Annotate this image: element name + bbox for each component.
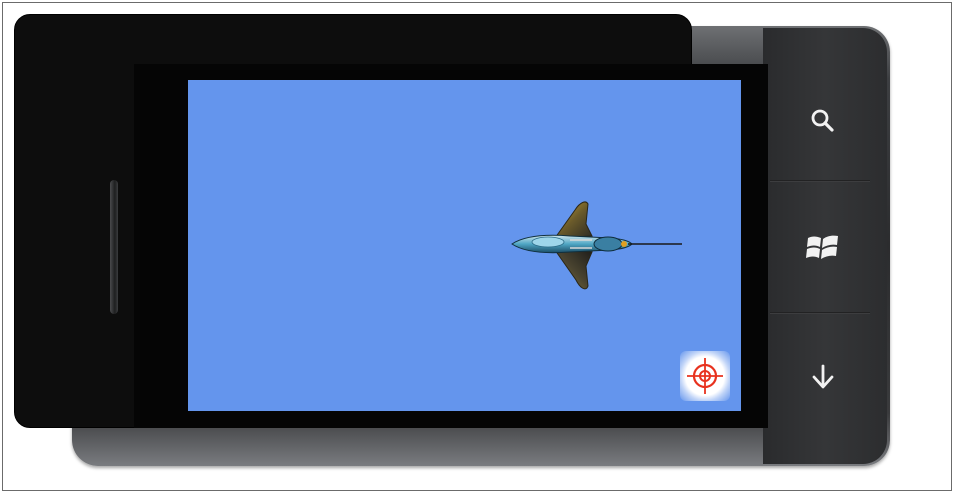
crosshair-icon bbox=[687, 358, 723, 394]
back-button[interactable] bbox=[767, 340, 879, 414]
button-divider bbox=[770, 312, 870, 314]
search-icon bbox=[811, 109, 834, 132]
windows-logo-icon bbox=[806, 235, 838, 259]
fighter-jet-sprite bbox=[511, 201, 682, 290]
phone-side-grip bbox=[110, 180, 118, 314]
search-button[interactable] bbox=[767, 82, 879, 160]
crosshair-fire-button[interactable] bbox=[680, 351, 730, 401]
down-arrow-icon bbox=[812, 364, 834, 389]
button-divider bbox=[770, 180, 870, 182]
start-button[interactable] bbox=[767, 208, 879, 288]
